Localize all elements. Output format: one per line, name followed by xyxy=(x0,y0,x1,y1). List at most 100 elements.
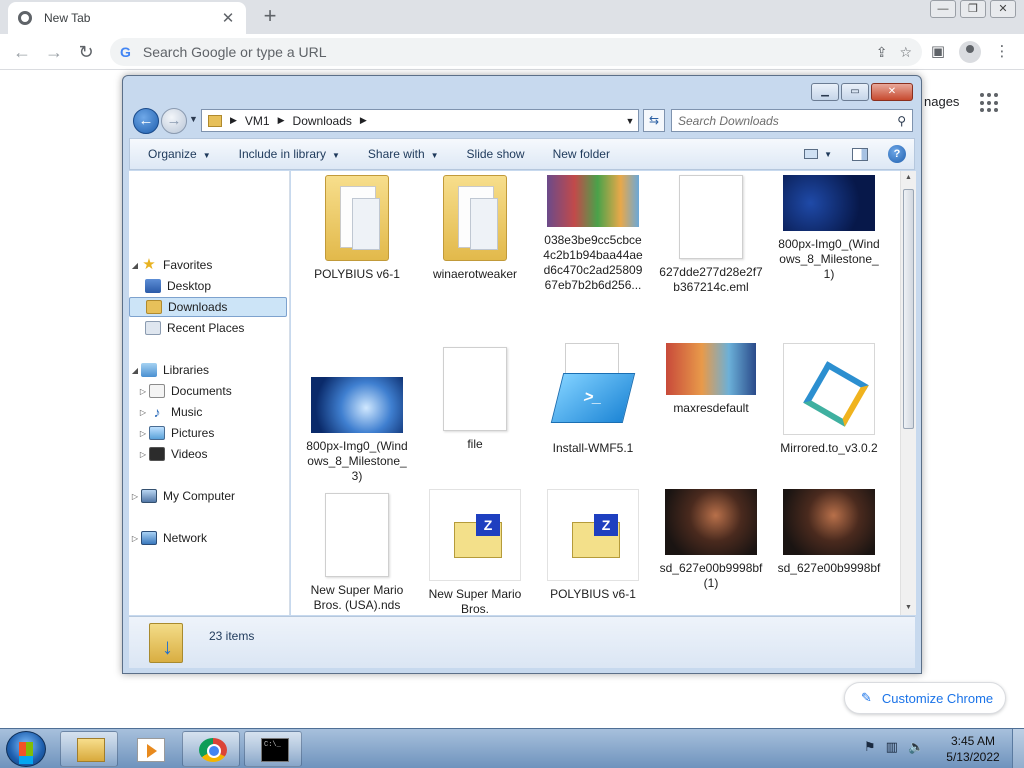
clock-date: 5/13/2022 xyxy=(946,750,1000,764)
taskbar-media-player[interactable] xyxy=(120,731,178,767)
file-item[interactable]: 627dde277d28e2f7b367214c.eml xyxy=(659,175,763,295)
restore-button[interactable]: ❐ xyxy=(960,0,986,18)
nav-label: Desktop xyxy=(167,279,212,293)
file-item[interactable]: maxresdefault xyxy=(659,343,763,416)
expand-arrow-icon[interactable]: ◢ xyxy=(129,366,141,375)
customize-chrome-label: Customize Chrome xyxy=(881,690,994,706)
tab-new-tab[interactable]: New Tab ✕ xyxy=(8,2,246,34)
address-dropdown-icon[interactable]: ▼ xyxy=(622,116,638,126)
side-panel-icon[interactable]: ▣ xyxy=(926,40,950,64)
nav-downloads[interactable]: Downloads xyxy=(129,297,287,317)
chevron-right-icon[interactable]: ▶ xyxy=(230,115,237,126)
nav-recent-places[interactable]: Recent Places xyxy=(129,318,287,338)
nav-pictures[interactable]: ▷ Pictures xyxy=(129,423,287,443)
share-with-menu[interactable]: Share with ▼ xyxy=(368,147,439,161)
change-view-icon[interactable] xyxy=(804,149,819,159)
nav-desktop[interactable]: Desktop xyxy=(129,276,287,296)
explorer-titlebar[interactable]: ▁ ▭ ✕ xyxy=(123,76,921,106)
file-item[interactable]: sd_627e00b9998bf (1) xyxy=(659,489,763,591)
chevron-right-icon[interactable]: ▶ xyxy=(278,115,285,126)
close-window-button[interactable]: ✕ xyxy=(990,0,1016,18)
expand-arrow-icon[interactable]: ◢ xyxy=(129,261,141,270)
file-explorer-icon xyxy=(77,738,105,762)
collapsed-arrow-icon[interactable]: ▷ xyxy=(137,450,149,459)
slide-show-button[interactable]: Slide show xyxy=(467,147,525,161)
scroll-down-icon[interactable]: ▼ xyxy=(901,601,916,615)
file-item[interactable]: Z POLYBIUS v6-1 xyxy=(541,489,645,602)
file-item[interactable]: file xyxy=(423,343,527,452)
tab-close-icon[interactable]: ✕ xyxy=(220,9,236,27)
google-g-icon: G xyxy=(120,44,131,60)
back-arrow-icon[interactable]: ← xyxy=(10,40,34,64)
file-item[interactable]: 800px-Img0_(Windows_8_Milestone_1) xyxy=(777,175,881,282)
file-list: POLYBIUS v6-1 winaerotweaker 038e3be9cc5… xyxy=(291,171,905,615)
file-item[interactable]: Z New Super Mario Bros. xyxy=(423,489,527,615)
volume-icon[interactable]: 🔈 xyxy=(908,739,924,755)
documents-icon xyxy=(149,384,165,398)
refresh-icon[interactable]: ⇆ xyxy=(643,109,665,132)
organize-menu[interactable]: Organize ▼ xyxy=(148,147,211,161)
search-icon[interactable]: ⚲ xyxy=(897,114,906,128)
taskbar-explorer[interactable] xyxy=(60,731,118,767)
scroll-up-icon[interactable]: ▲ xyxy=(901,171,916,185)
nav-music[interactable]: ▷ ♪ Music xyxy=(129,402,287,422)
customize-chrome-button[interactable]: ✎ Customize Chrome xyxy=(844,682,1006,714)
collapsed-arrow-icon[interactable]: ▷ xyxy=(137,408,149,417)
nav-network[interactable]: ▷ Network xyxy=(129,528,287,548)
network-tray-icon[interactable]: ▥ xyxy=(886,739,898,755)
nav-documents[interactable]: ▷ Documents xyxy=(129,381,287,401)
bookmark-star-icon[interactable]: ☆ xyxy=(899,44,912,61)
breadcrumb-vm1[interactable]: VM1 xyxy=(245,114,270,128)
action-center-icon[interactable]: ⚑ xyxy=(864,739,876,755)
forward-arrow-icon[interactable]: → xyxy=(42,40,66,64)
search-downloads-input[interactable]: Search Downloads ⚲ xyxy=(671,109,913,132)
explorer-close-button[interactable]: ✕ xyxy=(871,83,913,101)
file-item[interactable]: winaerotweaker xyxy=(423,175,527,282)
file-item[interactable]: Mirrored.to_v3.0.2 xyxy=(777,343,881,456)
recent-pages-dropdown-icon[interactable]: ▼ xyxy=(189,114,198,124)
omnibox[interactable]: G Search Google or type a URL ⇪ ☆ xyxy=(110,38,922,66)
file-item[interactable]: New Super Mario Bros. (USA).nds xyxy=(305,489,409,613)
minimize-button[interactable]: — xyxy=(930,0,956,18)
nav-videos[interactable]: ▷ Videos xyxy=(129,444,287,464)
collapsed-arrow-icon[interactable]: ▷ xyxy=(137,429,149,438)
file-item[interactable]: >_ Install-WMF5.1 xyxy=(541,343,645,456)
breadcrumb-downloads[interactable]: Downloads xyxy=(293,114,352,128)
vertical-scrollbar[interactable]: ▲ ▼ xyxy=(900,171,916,615)
address-bar[interactable]: ▶ VM1 ▶ Downloads ▶ ▼ xyxy=(201,109,639,132)
collapsed-arrow-icon[interactable]: ▷ xyxy=(129,492,141,501)
explorer-back-icon[interactable]: ← xyxy=(133,108,159,134)
tab-title: New Tab xyxy=(44,11,91,25)
collapsed-arrow-icon[interactable]: ▷ xyxy=(129,534,141,543)
profile-avatar[interactable] xyxy=(958,40,982,64)
explorer-forward-icon[interactable]: → xyxy=(161,108,187,134)
show-desktop-button[interactable] xyxy=(1012,729,1024,768)
taskbar-chrome[interactable] xyxy=(182,731,240,767)
nav-libraries[interactable]: ◢ Libraries xyxy=(129,360,287,380)
clock[interactable]: 3:45 AM 5/13/2022 xyxy=(940,733,1006,765)
view-dropdown-icon[interactable]: ▼ xyxy=(824,150,832,159)
taskbar-cmd[interactable]: C:\_ xyxy=(244,731,302,767)
file-item[interactable]: 038e3be9cc5cbce4c2b1b94baa44aed6c470c2ad… xyxy=(541,175,645,293)
chrome-menu-icon[interactable]: ⋮ xyxy=(990,40,1014,64)
reload-icon[interactable]: ↻ xyxy=(74,40,98,64)
explorer-maximize-button[interactable]: ▭ xyxy=(841,83,869,101)
explorer-minimize-button[interactable]: ▁ xyxy=(811,83,839,101)
new-tab-button[interactable]: + xyxy=(258,4,282,28)
include-in-library-menu[interactable]: Include in library ▼ xyxy=(239,147,340,161)
file-item[interactable]: POLYBIUS v6-1 xyxy=(305,175,409,282)
ntp-images-link[interactable]: nages xyxy=(924,94,959,109)
file-item[interactable]: 800px-Img0_(Windows_8_Milestone_3) xyxy=(305,343,409,484)
start-button[interactable] xyxy=(6,731,46,767)
file-item[interactable]: sd_627e00b9998bf xyxy=(777,489,881,576)
help-icon[interactable]: ? xyxy=(888,145,906,163)
nav-my-computer[interactable]: ▷ My Computer xyxy=(129,486,287,506)
chevron-right-icon[interactable]: ▶ xyxy=(360,115,367,126)
new-folder-button[interactable]: New folder xyxy=(553,147,610,161)
google-apps-icon[interactable] xyxy=(980,93,1000,113)
share-icon[interactable]: ⇪ xyxy=(876,44,888,61)
scrollbar-thumb[interactable] xyxy=(903,189,914,429)
preview-pane-icon[interactable] xyxy=(852,147,868,161)
nav-favorites[interactable]: ◢ ★ Favorites xyxy=(129,255,287,275)
collapsed-arrow-icon[interactable]: ▷ xyxy=(137,387,149,396)
